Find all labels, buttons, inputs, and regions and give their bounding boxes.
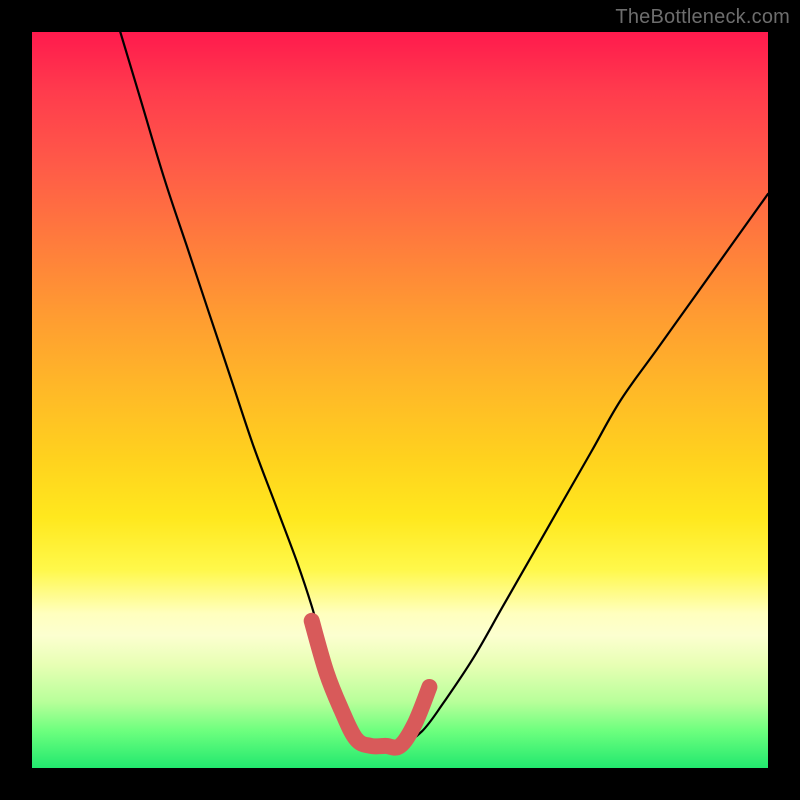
chart-svg bbox=[32, 32, 768, 768]
plot-area bbox=[32, 32, 768, 768]
outer-frame: TheBottleneck.com bbox=[0, 0, 800, 800]
main-curve-path bbox=[120, 32, 768, 747]
watermark-text: TheBottleneck.com bbox=[615, 6, 790, 29]
highlight-curve-path bbox=[312, 621, 430, 748]
